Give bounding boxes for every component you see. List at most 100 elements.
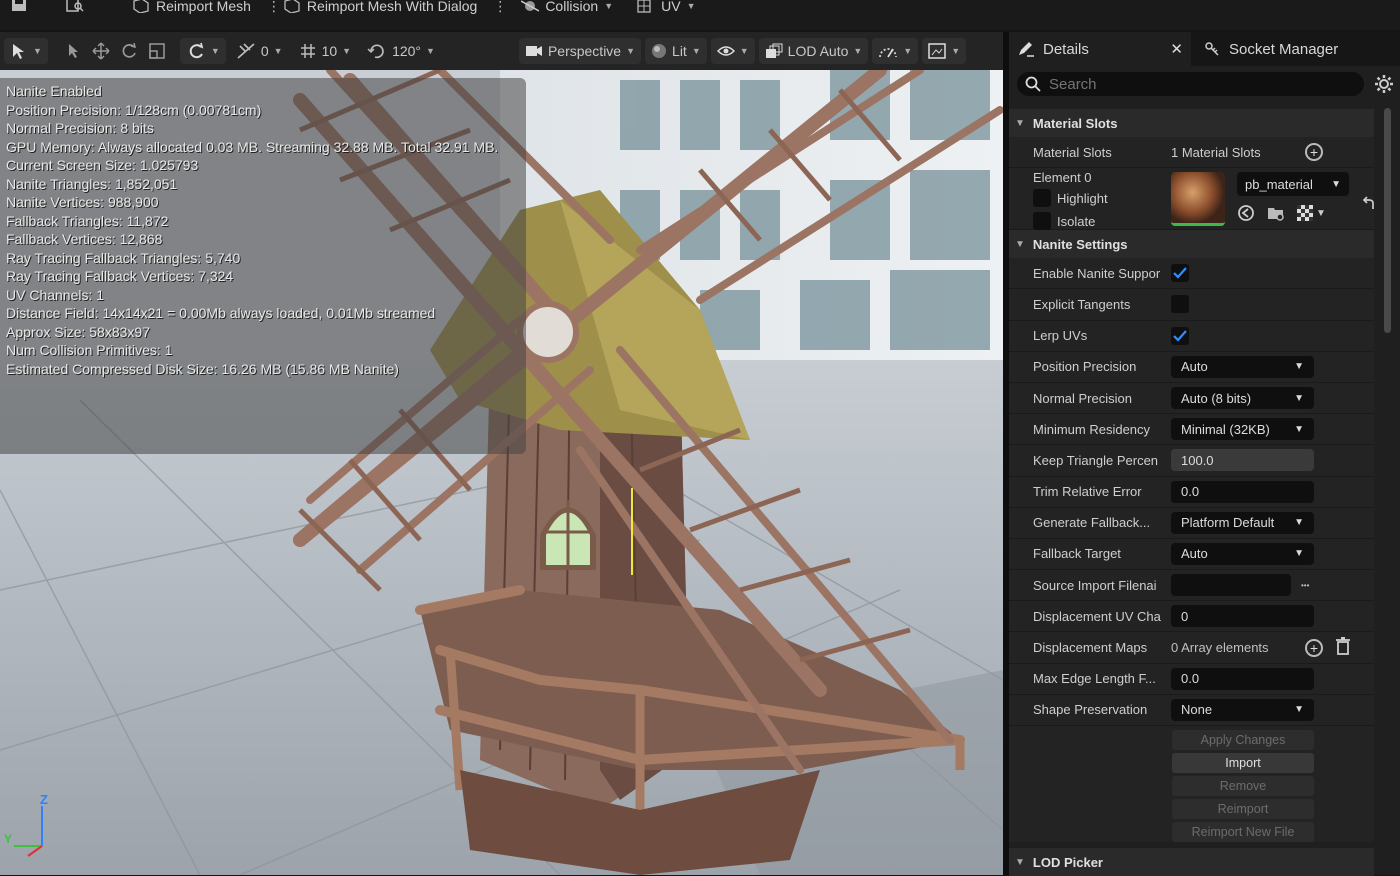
viewport-layout-button[interactable]: ▼ [922,38,967,64]
use-selected-icon[interactable] [1237,204,1255,222]
chevron-down-icon: ▼ [604,1,614,11]
chevron-down-icon: ▼ [210,46,220,56]
chevron-down-icon: ▼ [1294,361,1304,373]
chevron-down-icon: ▼ [33,46,42,56]
material-name: pb_material [1245,176,1313,192]
chevron-down-icon: ▼ [1015,856,1025,868]
setting-dropdown[interactable]: Auto ▼ [1171,355,1314,378]
reimport-mesh-button[interactable]: Reimport Mesh [92,0,259,14]
select-icon[interactable] [66,43,82,59]
setting-label: Normal Precision [1033,390,1132,406]
reimport-dialog-icon [284,0,300,13]
uv-menu[interactable]: UV ▼ [621,0,703,14]
action-buttons: Apply Changes Import Remove Reimport Rei… [1009,726,1374,842]
stat-line: Ray Tracing Fallback Triangles: 5,740 [6,249,241,266]
dropdown-value: Auto (8 bits) [1181,390,1252,406]
tab-details[interactable]: Details ✕ [1009,32,1191,66]
lit-button[interactable]: Lit ▼ [645,38,707,64]
setting-dropdown[interactable]: Auto ▼ [1171,542,1314,565]
setting-dropdown[interactable]: None ▼ [1171,698,1314,721]
setting-label: Keep Triangle Percen [1033,452,1159,468]
browse-folder-icon[interactable] [1267,204,1285,222]
reimport-button[interactable]: Reimport [1172,799,1314,819]
angle-snap-button[interactable]: 120° ▼ [361,38,441,64]
import-button[interactable]: Import [1172,753,1314,773]
lit-label: Lit [672,43,687,59]
rotate-icon[interactable] [120,42,138,60]
setting-input[interactable]: 0 [1171,605,1314,628]
nanite-settings-section[interactable]: ▼ Nanite Settings [1009,230,1374,259]
setting-input[interactable]: 0.0 [1171,667,1314,690]
reimport-mesh-label: Reimport Mesh [156,0,251,14]
panel-scrollbar[interactable] [1384,108,1391,333]
material-slots-section[interactable]: ▼ Material Slots [1009,109,1374,137]
isolate-row[interactable]: Isolate [1033,212,1171,231]
trash-icon[interactable] [1335,637,1351,658]
tab-socket-manager[interactable]: Socket Manager [1191,32,1346,66]
reset-arrow-icon[interactable] [1361,196,1377,212]
perspective-button[interactable]: Perspective ▼ [518,38,642,64]
remove-button[interactable]: Remove [1172,776,1314,796]
search-icon [1025,76,1041,92]
checkmark-icon [1173,329,1187,342]
gear-icon[interactable] [1374,74,1394,94]
lod-button[interactable]: LOD Auto ▼ [758,38,869,64]
chevron-down-icon: ▼ [1294,392,1304,404]
uv-icon [637,0,651,13]
mesh-viewport[interactable]: Nanite Enabled Position Precision: 1/128c… [0,70,1003,875]
search-box[interactable] [1017,72,1364,96]
apply-changes-button[interactable]: Apply Changes [1172,730,1314,750]
material-dropdown[interactable]: pb_material ▼ [1237,172,1349,197]
browse-ellipsis-icon[interactable]: ••• [1301,581,1309,590]
setting-dropdown[interactable]: Minimal (32KB) ▼ [1171,418,1314,441]
material-slots-value: 1 Material Slots [1171,144,1261,160]
nanite-settings-list: Enable Nanite Suppor Explicit Tangents Ler… [1009,258,1400,726]
reimport-options-icon[interactable]: ⋮ [259,0,281,14]
reimport-dialog-options-icon[interactable]: ⋮ [485,0,507,14]
browse-button[interactable] [36,0,92,14]
save-button[interactable] [0,0,36,14]
setting-dropdown[interactable]: Auto (8 bits) ▼ [1171,387,1314,410]
checkmark-icon [1173,267,1187,279]
select-mode-button[interactable]: ▼ [4,38,48,64]
setting-dropdown[interactable]: Platform Default ▼ [1171,511,1314,534]
coordinate-space-button[interactable]: ▼ [179,38,226,64]
camera-icon [525,46,542,56]
setting-checkbox[interactable] [1171,326,1189,345]
show-button[interactable]: ▼ [710,38,755,64]
chevron-down-icon: ▼ [739,46,749,56]
grid-icon [300,44,315,58]
highlight-checkbox[interactable] [1033,189,1051,208]
setting-checkbox[interactable] [1171,295,1189,314]
grid-snap-button[interactable]: 10 ▼ [293,38,358,64]
close-icon[interactable]: ✕ [1170,40,1183,58]
setting-input[interactable]: 100.0 [1171,449,1314,472]
chevron-down-icon: ▼ [273,46,283,56]
reimport-new-file-button[interactable]: Reimport New File [1172,822,1314,842]
setting-file-input[interactable] [1171,574,1291,597]
add-element-icon[interactable]: + [1305,638,1323,657]
rotate-snap-value: 0 [260,43,269,59]
setting-label: Max Edge Length F... [1033,671,1156,687]
scale-icon[interactable] [148,42,166,60]
material-options[interactable]: ▼ [1297,205,1326,222]
search-row [1009,66,1400,102]
isolate-checkbox[interactable] [1033,212,1051,231]
reimport-dialog-button[interactable]: Reimport Mesh With Dialog [275,0,485,14]
material-thumbnail[interactable] [1171,172,1225,227]
setting-input[interactable]: 0.0 [1171,480,1314,503]
setting-value: None ▼ [1171,698,1374,721]
performance-button[interactable]: ▼ [872,38,919,64]
chevron-down-icon: ▼ [1015,117,1025,129]
nanite-setting-row: Displacement UV Cha 0 [1009,601,1374,633]
add-material-icon[interactable]: + [1305,143,1323,162]
setting-value [1171,326,1374,345]
lod-picker-section[interactable]: ▼ LOD Picker [1009,848,1374,876]
search-input[interactable] [1049,75,1329,93]
translate-icon[interactable] [92,42,110,60]
rotation-snap-button[interactable]: 0 ▼ [230,38,289,64]
collision-menu[interactable]: Collision ▼ [501,0,621,14]
setting-checkbox[interactable] [1171,264,1189,283]
element-row: Element 0 Highlight Isolate pb_material … [1009,168,1374,231]
highlight-row[interactable]: Highlight [1033,189,1171,208]
